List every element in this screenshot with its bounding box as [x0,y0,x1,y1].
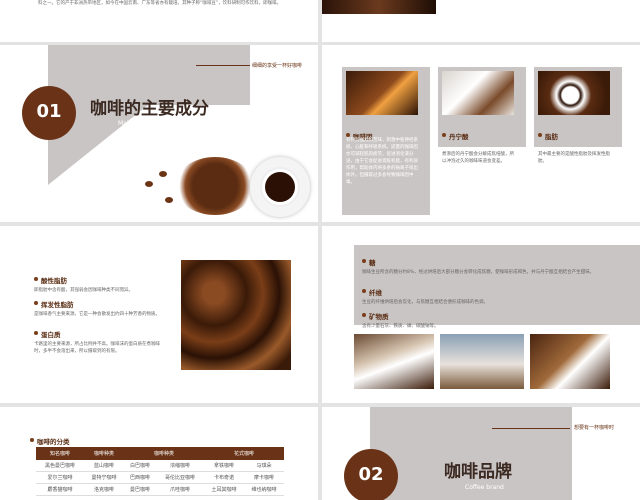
table-cell: 爱尔兰咖啡 [36,471,84,484]
table-cell: 摩卡咖啡 [243,471,284,484]
table-cell: 爪哇咖啡 [155,483,204,496]
table-cell: 浓缩咖啡 [155,460,204,472]
tagline-line [196,65,250,66]
slide-2 [322,0,640,42]
item-minerals-text: 含有少量石灰、铁质、磷、碳酸钠等。 [362,324,439,329]
item-3-title: 蛋白质 [41,331,61,339]
tagline: 细细的享受一杯好咖啡 [252,63,303,69]
card-3-title-text: 脂肪 [545,133,558,141]
item-sugar-text: 咖啡生豆所含的糖分约8%，经过烘焙后大部分糖分会转化成焦糖，使咖啡形成褐色，并与… [362,270,595,275]
table-cell: 哥伦比亚咖啡 [155,471,204,484]
slide-coffee-brand: 想要有一杯咖啡时 02 咖啡品牌 Coffee brand [322,407,640,500]
section-number: 01 [36,101,62,122]
item-1-title: 酸性脂肪 [41,277,67,285]
table-cell: 白巴咖啡 [123,460,156,472]
card-2-title-text: 丹宁酸 [449,133,469,141]
item-minerals-title: 矿物质 [369,313,389,321]
card-3-text: 其中最主要的是酸性脂肪及挥发性脂肪。 [538,152,610,164]
card-photo-beans [538,71,610,115]
item-fiber-title: 纤维 [369,289,382,297]
bullet-icon [346,132,350,137]
bullet-icon [442,132,446,137]
table-row: 黑色曼巴咖啡 蓝山咖啡 白巴咖啡 浓缩咖啡 拿铁咖啡 马琪朵 [36,460,284,472]
photo-2 [440,334,524,389]
bullet-icon [538,132,542,137]
item-sugar: 糖 咖啡生豆所含的糖分约8%，经过烘焙后大部分糖分会转化成焦糖，使咖啡形成褐色，… [362,250,598,276]
coffee-beans-cluster [145,153,255,221]
item-2-title: 挥发性脂肪 [41,301,74,309]
card-photo-cup [442,71,514,115]
table-header: 咖啡种类 [123,447,204,460]
table-cell: 维也纳咖啡 [243,483,284,496]
card-1-text: 有特别强烈的苦味，刺激中枢神经系统、心脏和呼吸系统。适量的咖啡因亦可减轻肌肉疲劳… [346,138,418,185]
table-cell: 马琪朵 [243,460,284,472]
coffee-beans-photo [181,260,291,370]
tagline: 想要有一杯咖啡时 [574,425,615,431]
table-title-text: 咖啡的分类 [37,438,70,446]
item-sugar-title: 糖 [369,259,376,267]
table-row: 麝香猫咖啡 洛克咖啡 曼巴咖啡 爪哇咖啡 土耳其咖啡 维也纳咖啡 [36,483,284,496]
coffee-cup-icon [250,157,310,217]
slide-ingredient-cards: 咖啡因 有特别强烈的苦味，刺激中枢神经系统、心脏和呼吸系统。适量的咖啡因亦可减轻… [322,45,640,222]
table-cell: 土耳其咖啡 [203,483,244,496]
table-cell: 巴西咖啡 [123,471,156,484]
card-3-title: 脂肪 [538,124,558,143]
classification-table: 知名咖啡 咖啡种类 咖啡种类 花式咖啡 黑色曼巴咖啡 蓝山咖啡 白巴咖啡 浓缩咖… [36,447,284,496]
table-cell: 卡布奇诺 [203,471,244,484]
coffee-bean [159,171,167,177]
table-header: 花式咖啡 [203,447,284,460]
coffee-bean [145,181,153,187]
bullet-icon [34,300,38,305]
section-subtitle: Main ingredients of coffee [118,120,197,127]
card-2-text: 煮沸后的丹宁酸会分解成焦棓酸，所以冲泡过久的咖啡味道会变差。 [442,152,514,164]
table-cell: 麝香猫咖啡 [36,483,84,496]
bullet-icon [362,312,366,317]
slide-1-text: 料之一。它的产于非洲热带地区，如今在中国云南、广东等省亦有栽培。其种子称“咖啡豆… [38,1,282,6]
card-2-title: 丹宁酸 [442,124,469,143]
slide-classification: 咖啡的分类 知名咖啡 咖啡种类 咖啡种类 花式咖啡 黑色曼巴咖啡 蓝山咖啡 白巴… [0,407,318,500]
section-subtitle: Coffee brand [465,484,504,491]
bullet-icon [34,330,38,335]
table-cell: 黑色曼巴咖啡 [36,460,84,472]
table-cell: 曼特宁咖啡 [83,471,124,484]
slide-sugar-fiber: 糖 咖啡生豆所含的糖分约8%，经过烘焙后大部分糖分会转化成焦糖，使咖啡形成褐色，… [322,226,640,403]
card-photo-fireplace [346,71,418,115]
table-header: 知名咖啡 [36,447,84,460]
item-1: 酸性脂肪 即脂肪中含有酸，其强弱会因咖啡种类不同而异。 [34,268,164,294]
table-title: 咖啡的分类 [30,429,70,448]
slide-main-ingredients: 细细的享受一杯好咖啡 01 咖啡的主要成分 Main ingredients o… [0,45,318,222]
item-minerals: 矿物质 含有少量石灰、铁质、磷、碳酸钠等。 [362,304,598,330]
photo-1 [354,334,434,389]
table-row: 爱尔兰咖啡 曼特宁咖啡 巴西咖啡 哥伦比亚咖啡 卡布奇诺 摩卡咖啡 [36,471,284,484]
bullet-icon [34,276,38,281]
item-fiber: 纤维 生豆的纤维烘焙后会炭化，与焦糖互相结合便形成咖啡的色调。 [362,280,598,306]
tagline-line [492,428,570,429]
table-cell: 拿铁咖啡 [203,460,244,472]
photo-3 [530,334,610,389]
bullet-icon [362,288,366,293]
table-cell: 曼巴咖啡 [123,483,156,496]
table-cell: 蓝山咖啡 [83,460,124,472]
coffee-bean [175,157,255,215]
slide-fats-protein: 酸性脂肪 即脂肪中含有酸，其强弱会因咖啡种类不同而异。 挥发性脂肪 是咖啡香气主… [0,226,318,403]
coffee-liquid [265,172,295,202]
table-header: 咖啡种类 [83,447,124,460]
item-3-text: 卡路里的主要来源，所占比例并不高。咖啡沫的蛋白质在煮咖啡时，多半不会溶出来，所以… [34,342,160,354]
item-2: 挥发性脂肪 是咖啡香气主要来源，它是一种会散发出约四十种芳香的物质。 [34,292,164,318]
item-3: 蛋白质 卡路里的主要来源，所占比例并不高。咖啡沫的蛋白质在煮咖啡时，多半不会溶出… [34,322,164,355]
section-title: 咖啡品牌 [444,462,512,482]
slide-1: 料之一。它的产于非洲热带地区，如今在中国云南、广东等省亦有栽培。其种子称“咖啡豆… [0,0,318,42]
section-number: 02 [358,464,384,485]
section-title: 咖啡的主要成分 [90,99,209,119]
bullet-icon [362,258,366,263]
item-2-text: 是咖啡香气主要来源，它是一种会散发出约四十种芳香的物质。 [34,312,160,317]
table-cell: 洛克咖啡 [83,483,124,496]
coffee-photo [322,0,436,14]
coffee-bean [165,197,173,203]
bullet-icon [30,437,34,442]
table-header-row: 知名咖啡 咖啡种类 咖啡种类 花式咖啡 [36,447,284,460]
